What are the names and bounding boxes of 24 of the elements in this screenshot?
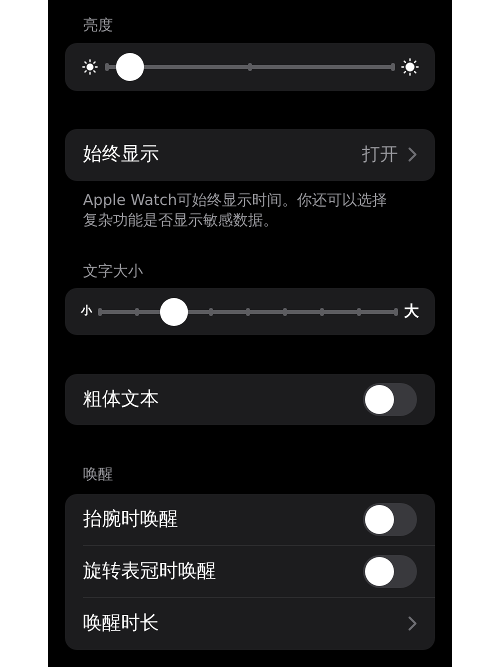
section-header: 亮度 xyxy=(82,15,114,36)
sun-icon xyxy=(81,58,99,76)
description-text: Apple Watch可始终显示时间。你还可以选择复杂功能是否显示敏感数据。 xyxy=(82,190,388,230)
row-label: 旋转表冠时唤醒 xyxy=(83,558,216,584)
row-label: 粗体文本 xyxy=(83,387,159,412)
row-label: 始终显示 xyxy=(83,142,159,168)
row-label: 抬腕时唤醒 xyxy=(83,506,178,532)
section-header: 文字大小 xyxy=(82,260,144,282)
always-on-row[interactable]: 始终显示 打开 xyxy=(65,128,435,180)
slider-track[interactable] xyxy=(100,298,396,326)
chevron-icon xyxy=(408,147,417,162)
section-header: 唤醒 xyxy=(82,464,114,485)
slider-thumb[interactable] xyxy=(116,52,144,80)
large-label: 大 xyxy=(404,301,419,322)
small-label: 小 xyxy=(81,303,92,320)
row-label: 唤醒时长 xyxy=(83,611,159,636)
toggle-switch[interactable] xyxy=(363,554,417,588)
toggle-switch[interactable] xyxy=(363,383,417,416)
slider-thumb[interactable] xyxy=(160,298,188,326)
row-value: 打开 xyxy=(362,143,398,167)
sun-icon xyxy=(401,58,419,76)
chevron-icon xyxy=(408,616,417,631)
toggle-switch[interactable] xyxy=(363,502,417,536)
slider-track[interactable] xyxy=(107,52,393,80)
